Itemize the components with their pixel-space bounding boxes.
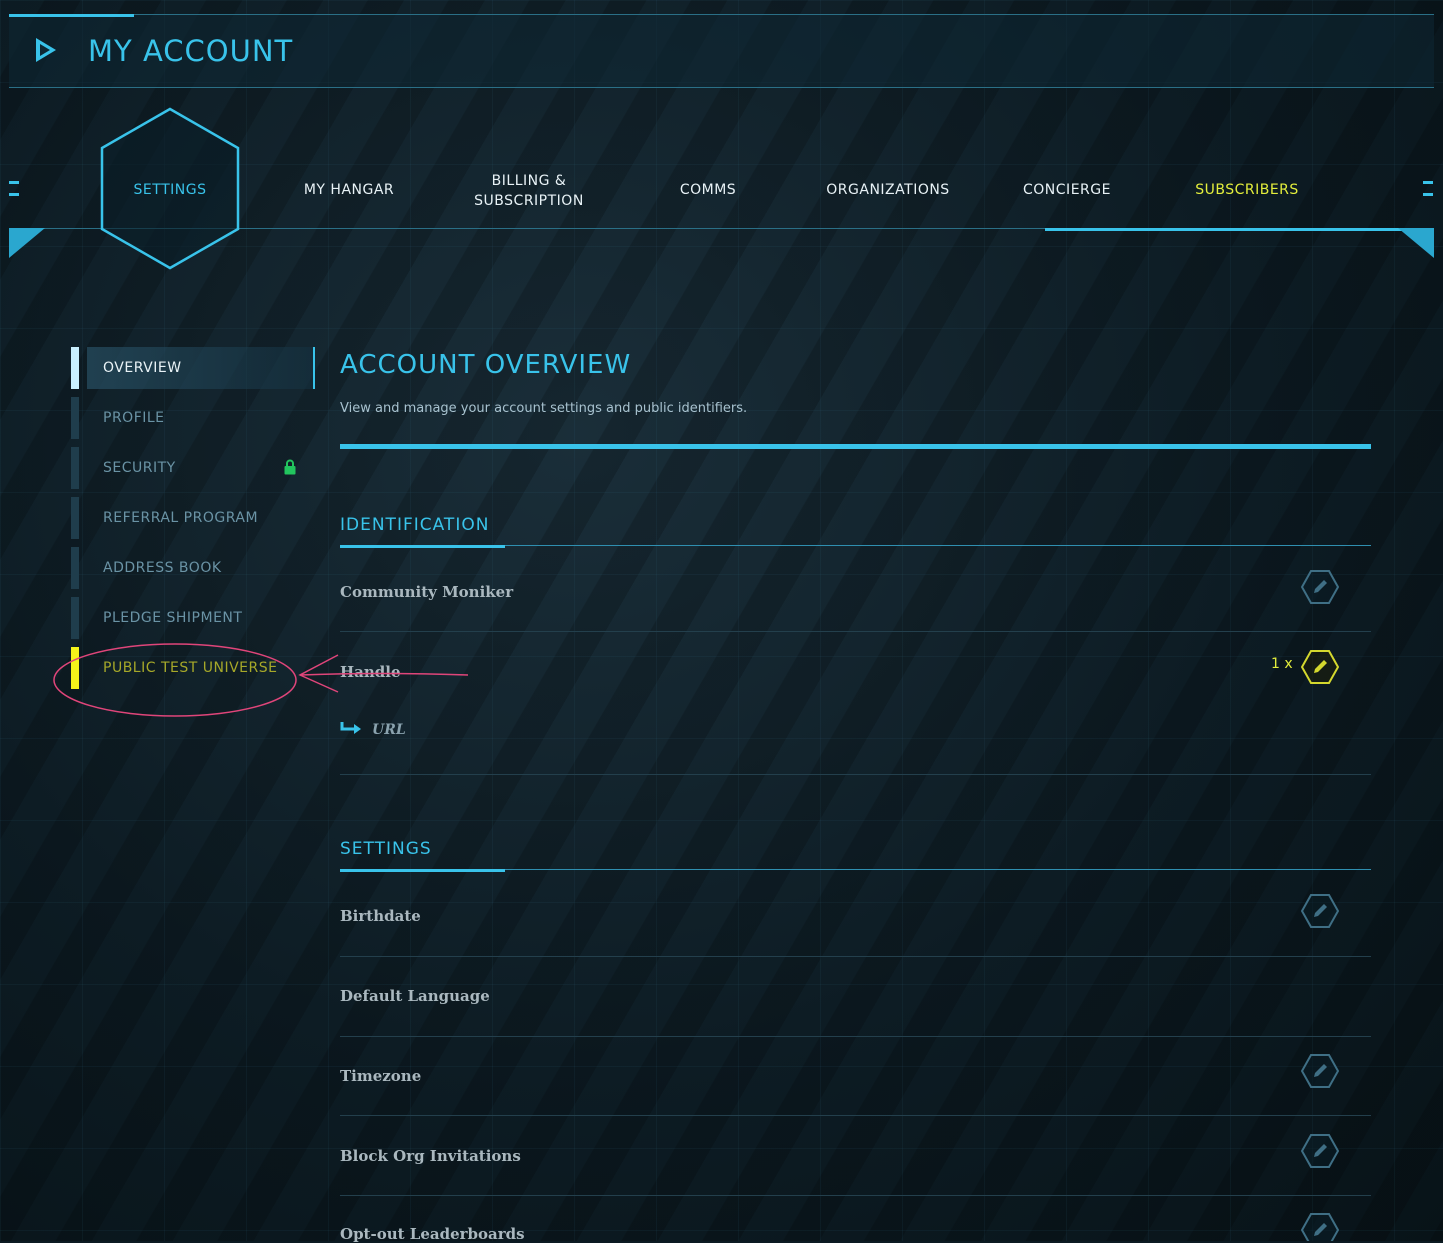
sidebar-indicator bbox=[71, 647, 79, 689]
page-title: MY ACCOUNT bbox=[88, 34, 294, 68]
sidebar-indicator bbox=[71, 447, 79, 489]
tab-my-hangar[interactable]: MY HANGAR bbox=[294, 180, 404, 200]
handle-label: Handle bbox=[340, 663, 401, 681]
corner-left-decoration bbox=[9, 228, 45, 258]
sidebar-item-address-book[interactable]: ADDRESS BOOK bbox=[71, 547, 314, 589]
sidebar-indicator bbox=[71, 547, 79, 589]
section-heading: ACCOUNT OVERVIEW bbox=[340, 350, 632, 380]
url-label[interactable]: URL bbox=[372, 722, 406, 738]
section-description: View and manage your account settings an… bbox=[340, 401, 748, 416]
row-divider bbox=[340, 1195, 1371, 1196]
tab-settings[interactable]: SETTINGS bbox=[120, 180, 220, 200]
identification-heading: IDENTIFICATION bbox=[340, 515, 490, 535]
sidebar-item-label: OVERVIEW bbox=[103, 360, 182, 376]
sidebar-item-label: SECURITY bbox=[103, 460, 176, 476]
heading-rule bbox=[340, 444, 1371, 449]
sidebar-item-security[interactable]: SECURITY bbox=[71, 447, 314, 489]
sidebar-item-profile[interactable]: PROFILE bbox=[71, 397, 314, 439]
row-divider bbox=[340, 1036, 1371, 1037]
sidebar-item-overview[interactable]: OVERVIEW bbox=[71, 347, 315, 389]
top-bar-accent bbox=[9, 14, 134, 17]
handle-change-counter: 1 x bbox=[1271, 656, 1293, 672]
birthdate-label: Birthdate bbox=[340, 907, 421, 925]
tab-concierge[interactable]: CONCIERGE bbox=[1012, 180, 1122, 200]
edit-timezone-button[interactable] bbox=[1301, 1053, 1339, 1089]
row-divider bbox=[340, 956, 1371, 957]
play-icon bbox=[36, 38, 56, 62]
timezone-label: Timezone bbox=[340, 1067, 422, 1085]
sidebar-item-pledge-shipment[interactable]: PLEDGE SHIPMENT bbox=[71, 597, 314, 639]
sidebar-item-label: PROFILE bbox=[103, 410, 165, 426]
edit-birthdate-button[interactable] bbox=[1301, 893, 1339, 929]
nav-edge-marker bbox=[1423, 181, 1433, 184]
sidebar-item-label: PLEDGE SHIPMENT bbox=[103, 610, 243, 626]
tab-billing-label-line2: SUBSCRIPTION bbox=[474, 193, 584, 209]
sidebar-indicator bbox=[71, 497, 79, 539]
nav-line-accent bbox=[1045, 228, 1405, 231]
tab-comms[interactable]: COMMS bbox=[668, 180, 748, 200]
tab-organizations[interactable]: ORGANIZATIONS bbox=[818, 180, 958, 200]
settings-heading: SETTINGS bbox=[340, 839, 432, 859]
nav-edge-marker bbox=[9, 193, 19, 196]
sidebar-item-referral-program[interactable]: REFERRAL PROGRAM bbox=[71, 497, 314, 539]
sidebar-item-label: ADDRESS BOOK bbox=[103, 560, 222, 576]
edit-handle-button[interactable] bbox=[1301, 649, 1339, 685]
sidebar-item-label: PUBLIC TEST UNIVERSE bbox=[103, 660, 278, 676]
default-language-label: Default Language bbox=[340, 987, 490, 1005]
sidebar-item-public-test-universe[interactable]: PUBLIC TEST UNIVERSE bbox=[71, 647, 314, 689]
settings-divider-accent bbox=[340, 869, 505, 872]
tab-subscribers[interactable]: SUBSCRIBERS bbox=[1186, 180, 1308, 200]
tab-billing-subscription[interactable]: BILLING & SUBSCRIPTION bbox=[464, 171, 594, 211]
row-divider bbox=[340, 774, 1371, 775]
nav-edge-marker bbox=[1423, 193, 1433, 196]
sidebar-indicator bbox=[71, 347, 79, 389]
nav-edge-marker bbox=[9, 181, 19, 184]
url-arrow-icon bbox=[340, 722, 361, 734]
edit-community-moniker-button[interactable] bbox=[1301, 569, 1339, 605]
edit-block-org-invitations-button[interactable] bbox=[1301, 1133, 1339, 1169]
sidebar-item-label: REFERRAL PROGRAM bbox=[103, 510, 259, 526]
corner-right-decoration bbox=[1398, 228, 1434, 258]
community-moniker-label: Community Moniker bbox=[340, 583, 514, 601]
sidebar-indicator bbox=[71, 397, 79, 439]
identification-divider-accent bbox=[340, 545, 505, 548]
row-divider bbox=[340, 631, 1371, 632]
block-org-invitations-label: Block Org Invitations bbox=[340, 1147, 521, 1165]
row-divider bbox=[340, 1115, 1371, 1116]
opt-out-leaderboards-label: Opt-out Leaderboards bbox=[340, 1225, 525, 1243]
sidebar-indicator bbox=[71, 597, 79, 639]
tab-billing-label-line1: BILLING & bbox=[491, 173, 567, 189]
edit-opt-out-leaderboards-button[interactable] bbox=[1301, 1212, 1339, 1241]
lock-icon bbox=[284, 459, 296, 475]
